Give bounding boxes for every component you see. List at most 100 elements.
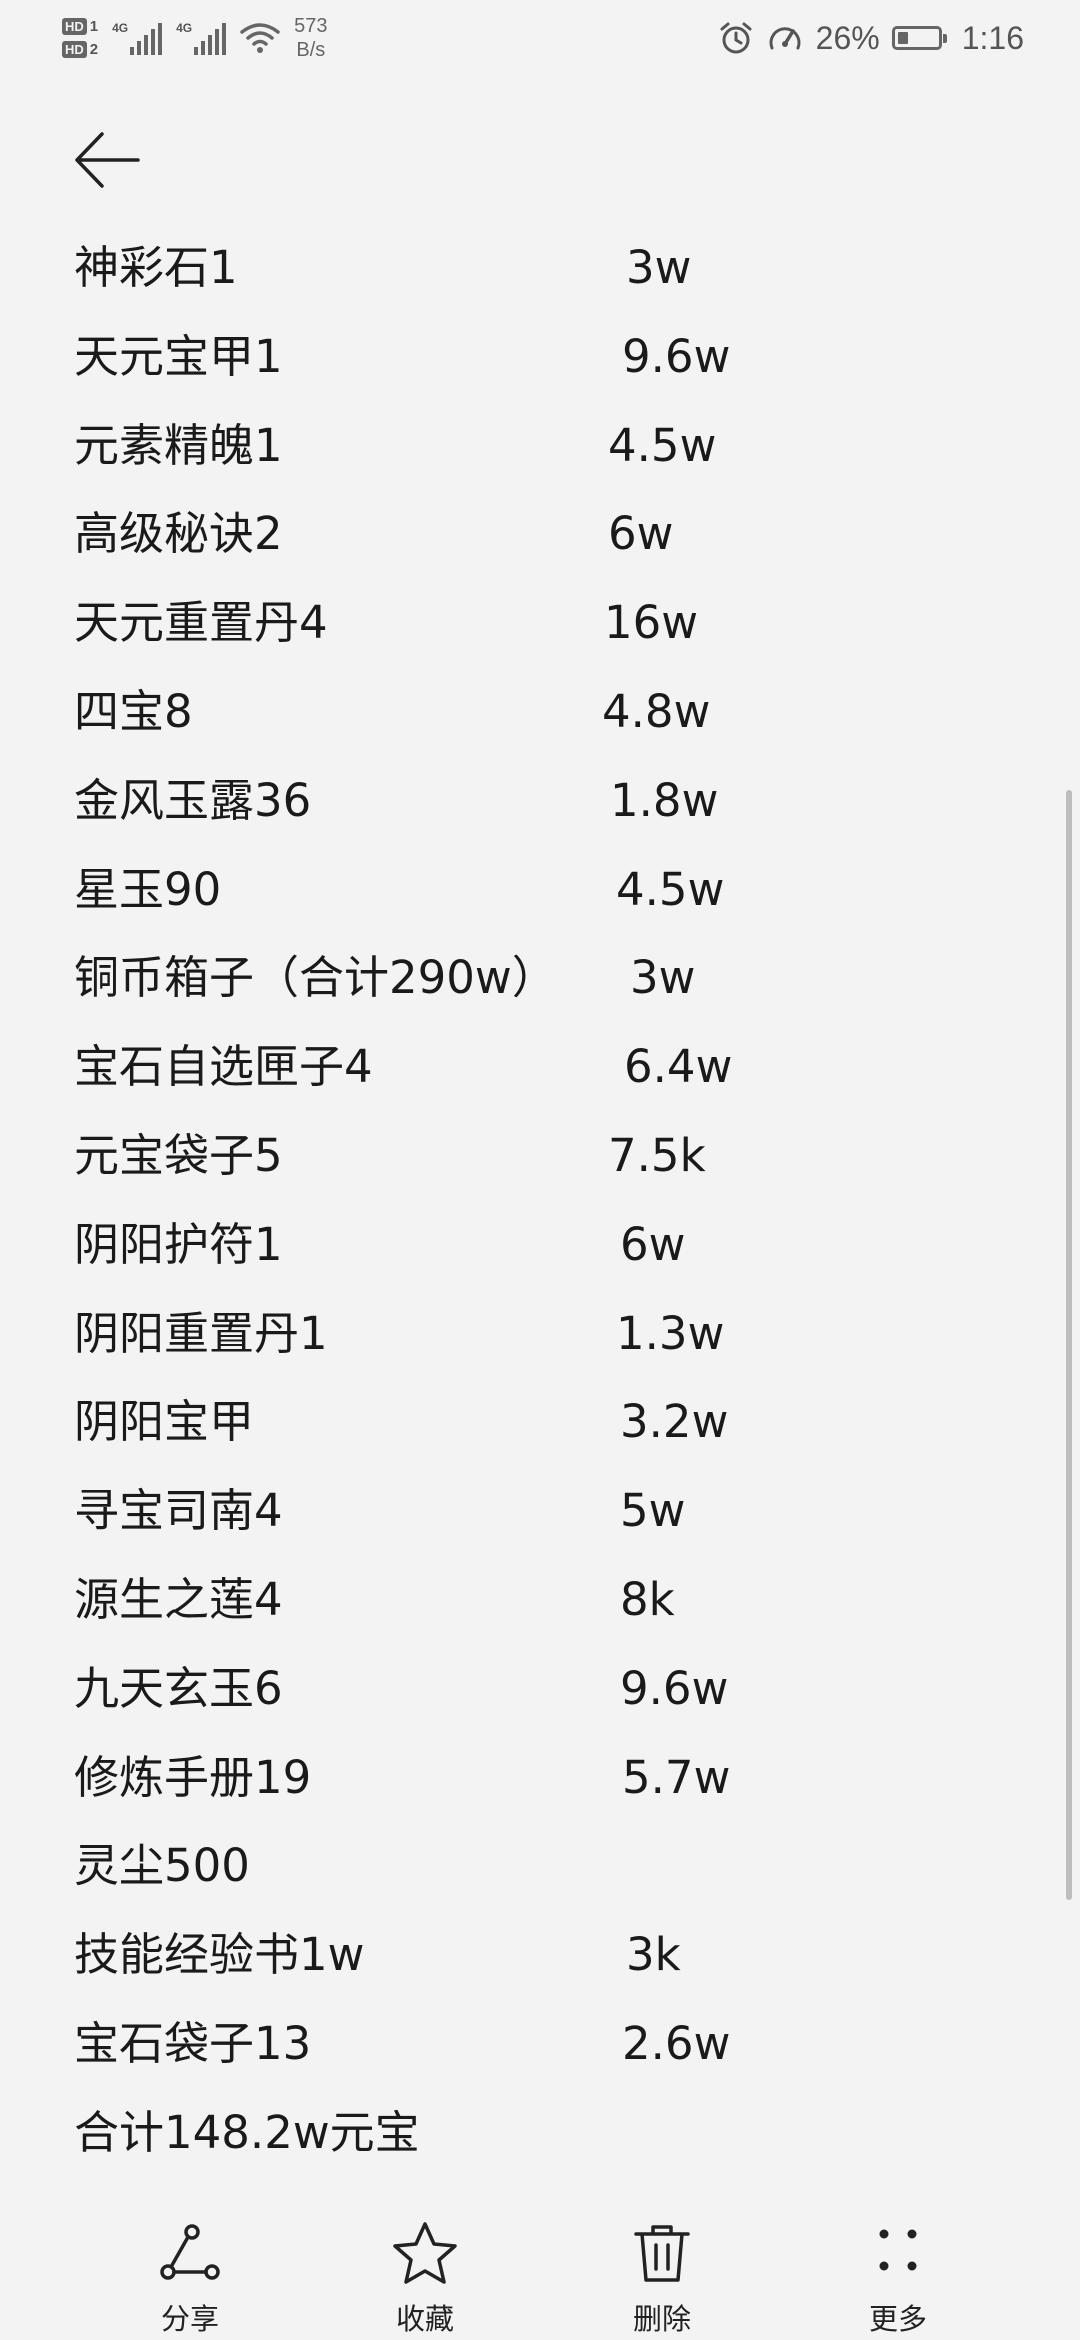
item-price: 5w — [620, 1484, 686, 1538]
item-name: 寻宝司南4 — [74, 1484, 283, 1538]
item-price: 2.6w — [622, 2016, 731, 2070]
item-name: 神彩石1 — [74, 241, 238, 294]
item-price: 1.8w — [610, 773, 719, 827]
item-name: 铜币箱子（合计290w） — [74, 951, 557, 1005]
sim1-number: 1 — [89, 18, 99, 35]
item-name: 宝石袋子13 — [74, 2016, 312, 2070]
signal1-icon: 4G — [112, 21, 163, 55]
status-bar-left: HD 1 HD 2 4G 4G 573 B/s — [62, 8, 328, 68]
scrollbar[interactable] — [1066, 790, 1072, 1900]
bottom-toolbar: 分享 收藏 删除 更多 — [0, 2200, 1080, 2340]
item-price: 4.8w — [602, 684, 711, 738]
item-name: 阴阳护符1 — [74, 1217, 283, 1271]
battery-percent: 26% — [815, 19, 880, 56]
favorite-button[interactable]: 收藏 — [345, 2220, 505, 2338]
delete-label: 删除 — [632, 2302, 691, 2336]
item-price: 3.2w — [620, 1395, 729, 1449]
item-name: 天元宝甲1 — [74, 329, 283, 383]
item-name: 高级秘诀2 — [74, 507, 283, 561]
note-line: 天元重置丹4 16w — [74, 591, 1034, 680]
more-dots-icon — [879, 2229, 917, 2271]
sim1-hd-label: HD — [62, 18, 87, 35]
share-icon — [160, 2224, 220, 2280]
item-name: 灵尘500 — [74, 1839, 250, 1893]
item-price: 3w — [630, 951, 696, 1005]
item-price: 6.4w — [624, 1040, 733, 1094]
note-line: 金风玉露36 1.8w — [74, 769, 1034, 858]
trash-icon — [634, 2225, 690, 2282]
more-button[interactable]: 更多 — [818, 2220, 978, 2338]
note-line: 阴阳护符1 6w — [74, 1213, 1034, 1302]
item-name: 技能经验书1w — [74, 1928, 365, 1982]
item-price: 1.3w — [616, 1306, 725, 1360]
signal2-icon: 4G — [176, 21, 227, 55]
share-label: 分享 — [160, 2302, 219, 2336]
note-line: 元素精魄1 4.5w — [74, 414, 1034, 503]
battery-icon — [891, 26, 947, 50]
item-name: 阴阳重置丹1 — [74, 1306, 328, 1360]
sim2-indicator: HD 2 — [62, 41, 98, 58]
back-button[interactable] — [72, 128, 152, 192]
item-price: 3k — [626, 1928, 681, 1982]
note-line: 宝石自选匣子4 6.4w — [74, 1035, 1034, 1124]
note-line: 宝石袋子13 2.6w — [74, 2012, 1034, 2101]
share-button[interactable]: 分享 — [110, 2220, 270, 2338]
signal2-tech: 4G — [176, 21, 193, 35]
network-speed: 573 B/s — [294, 14, 327, 62]
item-name: 合计148.2w元宝 — [74, 2105, 420, 2159]
note-line: 铜币箱子（合计290w） 3w — [74, 946, 1034, 1035]
note-line: 源生之莲4 8k — [74, 1568, 1034, 1657]
note-line: 修炼手册19 5.7w — [74, 1746, 1034, 1835]
star-icon — [393, 2222, 457, 2284]
sim2-number: 2 — [89, 41, 99, 58]
item-name: 元素精魄1 — [74, 418, 283, 472]
sim2-hd-label: HD — [62, 41, 87, 58]
item-price: 5.7w — [622, 1750, 731, 1804]
item-price: 9.6w — [620, 1661, 729, 1715]
delete-button[interactable]: 删除 — [582, 2220, 742, 2338]
note-line: 寻宝司南4 5w — [74, 1479, 1034, 1568]
item-price: 3w — [626, 241, 692, 294]
item-name: 元宝袋子5 — [74, 1128, 283, 1182]
network-speed-unit: B/s — [296, 39, 326, 61]
item-price: 16w — [604, 596, 699, 650]
item-price: 9.6w — [622, 329, 731, 383]
item-name: 阴阳宝甲 — [74, 1395, 255, 1449]
alarm-icon — [720, 22, 752, 54]
speed-icon — [769, 27, 801, 50]
item-name: 四宝8 — [74, 684, 193, 738]
signal1-tech: 4G — [112, 21, 129, 35]
item-price: 8k — [620, 1572, 675, 1626]
item-name: 宝石自选匣子4 — [74, 1040, 373, 1094]
note-line: 元宝袋子5 7.5k — [74, 1124, 1034, 1213]
clock: 1:16 — [961, 19, 1024, 56]
note-line: 灵尘500 — [74, 1834, 1034, 1923]
wifi-icon — [240, 23, 280, 53]
note-line: 天元宝甲1 9.6w — [74, 325, 1034, 414]
item-name: 星玉90 — [74, 862, 222, 916]
sim1-indicator: HD 1 — [62, 18, 98, 35]
note-line: 四宝8 4.8w — [74, 680, 1034, 769]
note-line: 技能经验书1w 3k — [74, 1923, 1034, 2012]
item-name: 九天玄玉6 — [74, 1661, 283, 1715]
item-price: 6w — [620, 1217, 686, 1271]
note-content[interactable]: 神彩石1 3w 天元宝甲1 9.6w 元素精魄1 4.5w 高级秘诀2 6w 天元重置丹4 16w… — [74, 236, 1034, 2190]
item-name: 修炼手册19 — [74, 1750, 312, 1804]
item-price: 6w — [608, 507, 674, 561]
note-line: 阴阳宝甲 3.2w — [74, 1390, 1034, 1479]
item-name: 源生之莲4 — [74, 1572, 283, 1626]
more-label: 更多 — [868, 2302, 927, 2336]
favorite-label: 收藏 — [395, 2302, 454, 2336]
item-name: 天元重置丹4 — [74, 596, 328, 650]
status-bar-right: 26% 1:16 — [718, 14, 1024, 62]
note-line: 阴阳重置丹1 1.3w — [74, 1302, 1034, 1391]
sim-indicators: HD 1 HD 2 — [62, 18, 98, 58]
note-line: 星玉90 4.5w — [74, 858, 1034, 947]
status-bar: HD 1 HD 2 4G 4G 573 B/s 26% 1:16 — [0, 0, 1080, 76]
item-price: 4.5w — [608, 418, 717, 472]
item-name: 金风玉露36 — [74, 773, 312, 827]
note-line: 九天玄玉6 9.6w — [74, 1657, 1034, 1746]
note-line: 合计148.2w元宝 — [74, 2101, 1034, 2190]
item-price: 7.5k — [608, 1128, 706, 1182]
note-line: 神彩石1 3w — [74, 236, 1034, 325]
